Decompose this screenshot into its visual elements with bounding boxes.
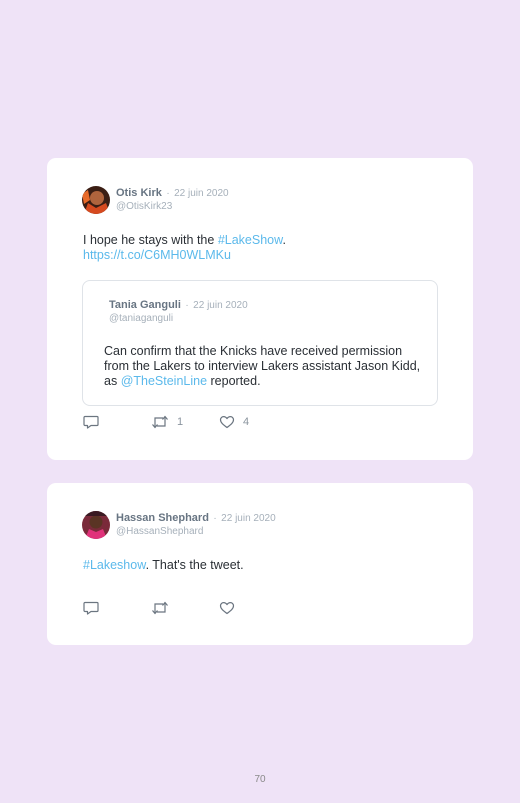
- quote-text-suffix: reported.: [207, 374, 261, 388]
- tweet-text-suffix: . That's the tweet.: [145, 558, 244, 572]
- author-handle[interactable]: @HassanShephard: [116, 526, 276, 538]
- tweet-card: Otis Kirk · 22 juin 2020 @OtisKirk23 I h…: [47, 158, 473, 460]
- retweet-icon: [152, 601, 168, 615]
- quoted-tweet[interactable]: Tania Ganguli · 22 juin 2020 @taniagangu…: [82, 280, 438, 406]
- tweet-text: #Lakeshow. That's the tweet.: [83, 558, 443, 573]
- separator: ·: [185, 300, 189, 311]
- reply-icon: [83, 601, 99, 615]
- author-name[interactable]: Hassan Shephard: [116, 512, 209, 524]
- quote-header: Tania Ganguli · 22 juin 2020 @taniagangu…: [109, 298, 248, 325]
- tweet-text: I hope he stays with the #LakeShow. http…: [83, 233, 443, 263]
- tweet-header: Hassan Shephard · 22 juin 2020 @HassanSh…: [82, 511, 276, 539]
- hashtag-link[interactable]: #LakeShow: [218, 233, 283, 247]
- quote-date: 22 juin 2020: [193, 300, 248, 311]
- tweet-text-suffix: .: [282, 233, 286, 247]
- tweet-date[interactable]: 22 juin 2020: [221, 513, 276, 524]
- separator: ·: [166, 188, 170, 199]
- tweet-url-link[interactable]: https://t.co/C6MH0WLMKu: [83, 248, 231, 262]
- like-icon: [219, 602, 235, 615]
- retweet-count: 1: [177, 416, 184, 428]
- retweet-button[interactable]: 1: [151, 415, 219, 429]
- quote-author-handle[interactable]: @taniaganguli: [109, 313, 248, 325]
- hashtag-link[interactable]: #Lakeshow: [83, 558, 146, 572]
- avatar[interactable]: [82, 186, 110, 214]
- tweet-date[interactable]: 22 juin 2020: [174, 188, 229, 199]
- reply-icon: [83, 415, 99, 429]
- page-number: 70: [254, 774, 266, 785]
- like-button[interactable]: [219, 601, 287, 615]
- retweet-icon: [152, 415, 168, 429]
- retweet-button[interactable]: [151, 601, 219, 615]
- like-icon: [219, 416, 235, 429]
- tweet-card: Hassan Shephard · 22 juin 2020 @HassanSh…: [47, 483, 473, 645]
- reply-button[interactable]: [83, 601, 151, 615]
- like-count: 4: [243, 416, 250, 428]
- tweet-header: Otis Kirk · 22 juin 2020 @OtisKirk23: [82, 186, 229, 214]
- author-handle[interactable]: @OtisKirk23: [116, 201, 229, 213]
- reply-button[interactable]: [83, 415, 151, 429]
- quote-author-name[interactable]: Tania Ganguli: [109, 299, 181, 311]
- separator: ·: [213, 513, 217, 524]
- tweet-actions: 1 4: [83, 415, 287, 429]
- tweet-actions: [83, 601, 287, 615]
- tweet-text-prefix: I hope he stays with the: [83, 233, 218, 247]
- mention-link[interactable]: @TheSteinLine: [121, 374, 207, 388]
- quote-text: Can confirm that the Knicks have receive…: [104, 344, 424, 389]
- like-button[interactable]: 4: [219, 415, 287, 429]
- author-name[interactable]: Otis Kirk: [116, 187, 162, 199]
- avatar[interactable]: [82, 511, 110, 539]
